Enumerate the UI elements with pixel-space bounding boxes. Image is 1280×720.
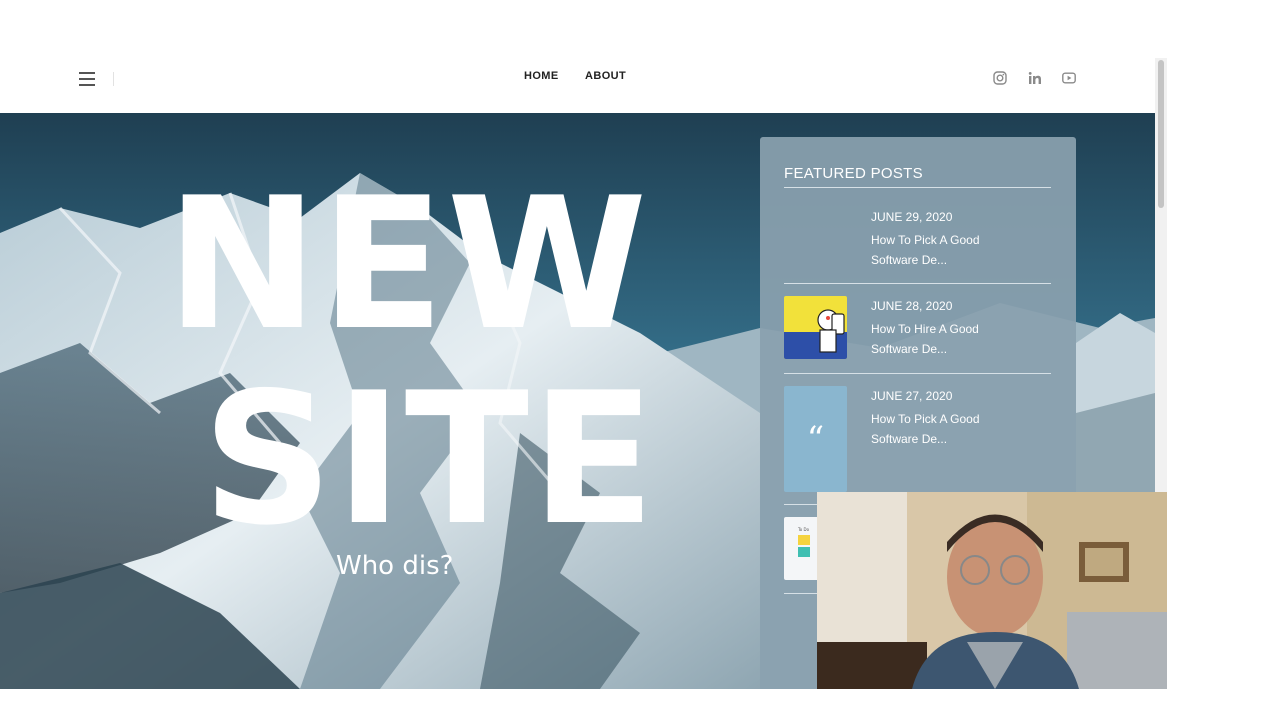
divider <box>784 187 1051 188</box>
site-header: HOME ABOUT <box>0 58 1155 113</box>
divider <box>784 373 1051 374</box>
post-thumbnail[interactable]: “ <box>784 386 847 492</box>
instagram-icon[interactable] <box>993 71 1007 85</box>
hero-title-line-1: NEW <box>166 158 650 370</box>
hamburger-menu-icon[interactable] <box>79 72 95 86</box>
post-date: JUNE 27, 2020 <box>871 389 953 403</box>
nav-home[interactable]: HOME <box>524 70 559 82</box>
post-thumbnail[interactable] <box>784 296 847 359</box>
webcam-overlay <box>817 492 1167 689</box>
post-title[interactable]: How To Hire A Good Software De... <box>871 319 1021 359</box>
youtube-icon[interactable] <box>1062 71 1076 85</box>
hero-title-line-2: SITE <box>202 353 658 565</box>
phone-illustration-icon <box>784 309 847 359</box>
featured-posts-title: FEATURED POSTS <box>784 165 923 182</box>
hero-subtitle: Who dis? <box>336 551 454 581</box>
thumbnail-label: To Do <box>797 527 810 532</box>
post-date: JUNE 29, 2020 <box>871 210 953 224</box>
scrollbar-thumb[interactable] <box>1158 60 1164 208</box>
featured-post-1[interactable]: JUNE 29, 2020 How To Pick A Good Softwar… <box>784 207 1051 285</box>
divider <box>784 283 1051 284</box>
post-title[interactable]: How To Pick A Good Software De... <box>871 230 1021 270</box>
webcam-video <box>817 492 1167 689</box>
nav-about[interactable]: ABOUT <box>585 70 626 82</box>
post-title[interactable]: How To Pick A Good Software De... <box>871 409 1021 449</box>
linkedin-icon[interactable] <box>1028 71 1042 85</box>
post-date: JUNE 28, 2020 <box>871 299 953 313</box>
featured-post-3[interactable]: “ JUNE 27, 2020 How To Pick A Good Softw… <box>784 386 1051 506</box>
header-divider <box>113 72 114 86</box>
quote-icon: “ <box>806 419 825 459</box>
featured-post-2[interactable]: JUNE 28, 2020 How To Hire A Good Softwar… <box>784 296 1051 376</box>
